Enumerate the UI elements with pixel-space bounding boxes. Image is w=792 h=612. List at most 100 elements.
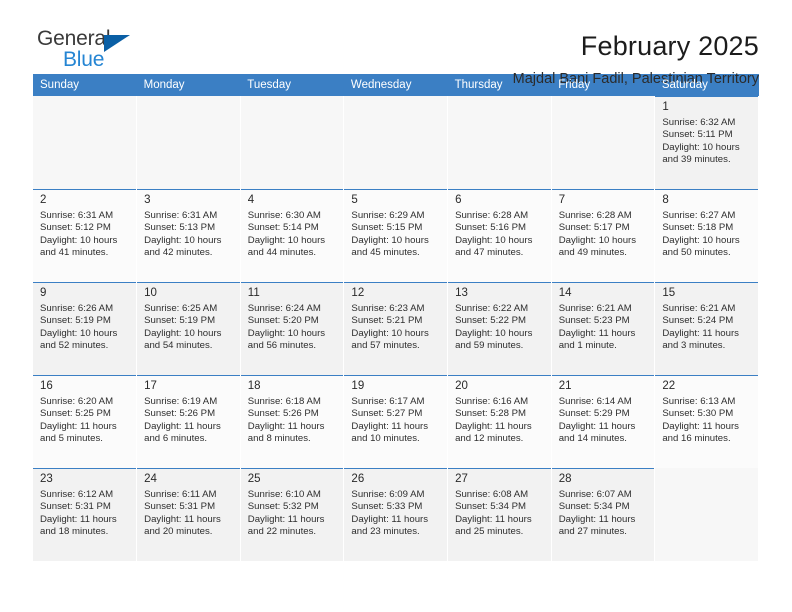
calendar-day-cell[interactable]: 13 Sunrise: 6:22 AM Sunset: 5:22 PM Dayligh… xyxy=(447,282,552,375)
sunrise-time: Sunrise: 6:11 AM xyxy=(144,489,217,500)
sunset-time: Sunset: 5:21 PM xyxy=(351,315,423,327)
day-cell-inner xyxy=(344,96,447,189)
daylight-duration-line2: and 54 minutes. xyxy=(144,340,213,352)
calendar-empty-cell xyxy=(343,96,449,189)
calendar-day-cell[interactable]: 23 Sunrise: 6:12 AM Sunset: 5:31 PM Dayligh… xyxy=(33,468,138,561)
day-number: 7 xyxy=(558,194,566,206)
calendar-day-cell[interactable]: 25 Sunrise: 6:10 AM Sunset: 5:32 PM Dayligh… xyxy=(240,468,345,561)
day-details: Sunrise: 6:28 AM Sunset: 5:17 PM Daylight:… xyxy=(552,210,655,260)
day-number: 22 xyxy=(662,380,676,392)
calendar-day-cell[interactable]: 10 Sunrise: 6:25 AM Sunset: 5:19 PM Dayligh… xyxy=(136,282,241,375)
sunrise-time: Sunrise: 6:30 AM xyxy=(247,210,321,221)
calendar-day-cell[interactable]: 7 Sunrise: 6:28 AM Sunset: 5:17 PM Daylight… xyxy=(551,189,656,282)
calendar-day-cell[interactable]: 24 Sunrise: 6:11 AM Sunset: 5:31 PM Dayligh… xyxy=(136,468,241,561)
day-details: Sunrise: 6:13 AM Sunset: 5:30 PM Daylight:… xyxy=(655,396,758,446)
daylight-duration-line2: and 41 minutes. xyxy=(40,247,109,259)
calendar-day-cell[interactable]: 17 Sunrise: 6:19 AM Sunset: 5:26 PM Dayligh… xyxy=(136,375,241,468)
day-number: 2 xyxy=(40,194,47,206)
calendar-day-cell[interactable]: 26 Sunrise: 6:09 AM Sunset: 5:33 PM Dayligh… xyxy=(343,468,449,561)
daylight-duration-line2: and 6 minutes. xyxy=(144,433,208,445)
day-number: 17 xyxy=(144,380,157,392)
sunset-time: Sunset: 5:26 PM xyxy=(247,408,319,420)
calendar-day-cell[interactable]: 8 Sunrise: 6:27 AM Sunset: 5:18 PM Daylight… xyxy=(654,189,759,282)
daylight-duration-line1: Daylight: 11 hours xyxy=(247,420,325,432)
sunrise-time: Sunrise: 6:31 AM xyxy=(40,210,114,221)
day-details: Sunrise: 6:20 AM Sunset: 5:25 PM Daylight:… xyxy=(33,396,136,446)
day-cell-inner xyxy=(33,96,136,189)
daylight-duration-line1: Daylight: 10 hours xyxy=(40,327,118,339)
sunset-time: Sunset: 5:19 PM xyxy=(40,315,111,327)
calendar-day-cell[interactable]: 19 Sunrise: 6:17 AM Sunset: 5:27 PM Dayligh… xyxy=(343,375,449,468)
day-details: Sunrise: 6:18 AM Sunset: 5:26 PM Daylight:… xyxy=(241,396,344,446)
day-cell-inner: 18 Sunrise: 6:18 AM Sunset: 5:26 PM Dayligh… xyxy=(240,375,344,468)
day-cell-inner: 27 Sunrise: 6:08 AM Sunset: 5:34 PM Dayligh… xyxy=(448,468,551,561)
sunrise-time: Sunrise: 6:12 AM xyxy=(40,489,114,500)
calendar-day-cell[interactable]: 3 Sunrise: 6:31 AM Sunset: 5:13 PM Daylight… xyxy=(136,189,241,282)
calendar-day-cell[interactable]: 11 Sunrise: 6:24 AM Sunset: 5:20 PM Dayligh… xyxy=(240,282,345,375)
day-number: 15 xyxy=(662,287,676,299)
calendar-day-cell[interactable]: 18 Sunrise: 6:18 AM Sunset: 5:26 PM Dayligh… xyxy=(240,375,345,468)
day-details: Sunrise: 6:29 AM Sunset: 5:15 PM Daylight:… xyxy=(344,210,447,260)
day-details: Sunrise: 6:28 AM Sunset: 5:16 PM Daylight:… xyxy=(448,210,551,260)
calendar-day-cell[interactable]: 5 Sunrise: 6:29 AM Sunset: 5:15 PM Daylight… xyxy=(343,189,449,282)
day-number: 24 xyxy=(144,473,157,485)
sunset-time: Sunset: 5:28 PM xyxy=(455,408,526,420)
calendar-day-cell[interactable]: 28 Sunrise: 6:07 AM Sunset: 5:34 PM Dayligh… xyxy=(551,468,656,561)
day-number: 11 xyxy=(247,287,260,299)
calendar-day-cell[interactable]: 2 Sunrise: 6:31 AM Sunset: 5:12 PM Daylight… xyxy=(33,189,138,282)
calendar-day-cell[interactable]: 1 Sunrise: 6:32 AM Sunset: 5:11 PM Daylight… xyxy=(654,96,759,189)
day-details: Sunrise: 6:30 AM Sunset: 5:14 PM Daylight:… xyxy=(241,210,344,260)
calendar-week-row: 9 Sunrise: 6:26 AM Sunset: 5:19 PM Daylight… xyxy=(33,282,759,375)
calendar-empty-cell xyxy=(447,96,552,189)
calendar-day-cell[interactable]: 22 Sunrise: 6:13 AM Sunset: 5:30 PM Dayligh… xyxy=(654,375,759,468)
calendar-day-cell[interactable]: 20 Sunrise: 6:16 AM Sunset: 5:28 PM Dayligh… xyxy=(447,375,552,468)
day-number: 4 xyxy=(247,194,255,206)
day-cell-inner: 11 Sunrise: 6:24 AM Sunset: 5:20 PM Dayligh… xyxy=(240,282,344,375)
sunrise-time: Sunrise: 6:28 AM xyxy=(455,210,529,221)
daylight-duration-line2: and 20 minutes. xyxy=(144,526,213,538)
calendar-day-cell[interactable]: 6 Sunrise: 6:28 AM Sunset: 5:16 PM Daylight… xyxy=(447,189,552,282)
daylight-duration-line2: and 23 minutes. xyxy=(351,526,420,538)
daylight-duration-line2: and 42 minutes. xyxy=(144,247,213,259)
calendar-empty-cell xyxy=(240,96,345,189)
sunrise-time: Sunrise: 6:10 AM xyxy=(247,489,321,500)
day-cell-inner: 13 Sunrise: 6:22 AM Sunset: 5:22 PM Dayligh… xyxy=(448,282,551,375)
daylight-duration-line1: Daylight: 10 hours xyxy=(662,141,740,153)
day-details: Sunrise: 6:19 AM Sunset: 5:26 PM Daylight:… xyxy=(137,396,240,446)
calendar-day-cell[interactable]: 15 Sunrise: 6:21 AM Sunset: 5:24 PM Dayligh… xyxy=(654,282,759,375)
calendar-week-row: 16 Sunrise: 6:20 AM Sunset: 5:25 PM Dayligh… xyxy=(33,375,759,468)
daylight-duration-line2: and 22 minutes. xyxy=(247,526,317,538)
calendar-page: General Blue February 2025 Majdal Bani F… xyxy=(0,0,792,612)
calendar-day-cell[interactable]: 9 Sunrise: 6:26 AM Sunset: 5:19 PM Daylight… xyxy=(33,282,138,375)
day-details: Sunrise: 6:11 AM Sunset: 5:31 PM Daylight:… xyxy=(137,489,240,539)
calendar-day-cell[interactable]: 12 Sunrise: 6:23 AM Sunset: 5:21 PM Dayligh… xyxy=(343,282,449,375)
calendar-day-cell[interactable]: 14 Sunrise: 6:21 AM Sunset: 5:23 PM Dayligh… xyxy=(551,282,656,375)
daylight-duration-line1: Daylight: 11 hours xyxy=(144,420,221,432)
sunset-time: Sunset: 5:16 PM xyxy=(455,222,526,234)
brand-name-bottom: Blue xyxy=(63,48,105,71)
calendar-day-cell[interactable]: 16 Sunrise: 6:20 AM Sunset: 5:25 PM Dayligh… xyxy=(33,375,138,468)
sunset-time: Sunset: 5:31 PM xyxy=(40,501,111,513)
daylight-duration-line1: Daylight: 11 hours xyxy=(40,513,117,525)
calendar-day-cell[interactable]: 21 Sunrise: 6:14 AM Sunset: 5:29 PM Dayligh… xyxy=(551,375,656,468)
calendar-day-cell[interactable]: 27 Sunrise: 6:08 AM Sunset: 5:34 PM Dayligh… xyxy=(447,468,552,561)
sunrise-time: Sunrise: 6:32 AM xyxy=(662,117,736,128)
day-cell-inner xyxy=(137,96,240,189)
sunrise-time: Sunrise: 6:07 AM xyxy=(558,489,632,500)
calendar-day-cell[interactable]: 4 Sunrise: 6:30 AM Sunset: 5:14 PM Daylight… xyxy=(240,189,345,282)
brand-logo[interactable]: General Blue xyxy=(33,28,203,74)
day-cell-inner: 6 Sunrise: 6:28 AM Sunset: 5:16 PM Daylight… xyxy=(448,189,551,282)
day-number: 27 xyxy=(455,473,468,485)
day-details: Sunrise: 6:27 AM Sunset: 5:18 PM Daylight:… xyxy=(655,210,758,260)
day-cell-inner: 12 Sunrise: 6:23 AM Sunset: 5:21 PM Dayligh… xyxy=(344,282,448,375)
sunset-time: Sunset: 5:15 PM xyxy=(351,222,423,234)
daylight-duration-line1: Daylight: 11 hours xyxy=(662,327,739,339)
sunset-time: Sunset: 5:26 PM xyxy=(144,408,216,420)
sunrise-time: Sunrise: 6:17 AM xyxy=(351,396,425,407)
calendar-week-row: 23 Sunrise: 6:12 AM Sunset: 5:31 PM Dayligh… xyxy=(33,468,759,561)
brand-triangle-icon xyxy=(104,35,130,52)
daylight-duration-line2: and 3 minutes. xyxy=(662,340,726,352)
daylight-duration-line1: Daylight: 11 hours xyxy=(558,420,636,432)
daylight-duration-line1: Daylight: 10 hours xyxy=(558,234,637,246)
daylight-duration-line1: Daylight: 10 hours xyxy=(40,234,118,246)
